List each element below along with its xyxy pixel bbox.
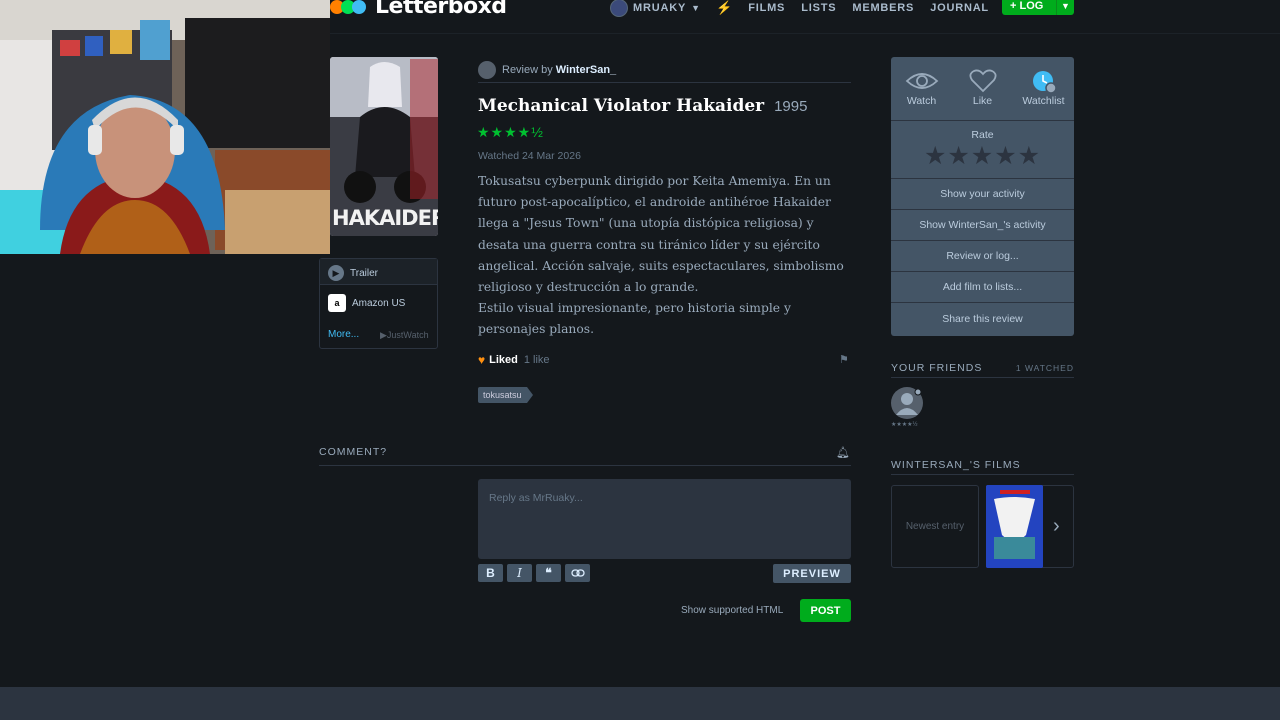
site-footer (0, 687, 1280, 720)
user-avatar (610, 0, 628, 17)
friends-header: YOUR FRIENDS 1 WATCHED (891, 362, 1074, 378)
nav-members[interactable]: MEMBERS (852, 2, 914, 14)
nav-user-menu[interactable]: MRUAKY ▼ (610, 0, 700, 17)
report-flag-icon[interactable]: ⚑ (839, 353, 849, 366)
liked-label[interactable]: Liked (489, 354, 518, 366)
site-logo[interactable]: Letterboxd (330, 0, 507, 19)
amazon-link[interactable]: a Amazon US (328, 294, 405, 312)
show-your-activity[interactable]: Show your activity (891, 179, 1074, 210)
logo-dots-icon (330, 0, 366, 14)
show-author-activity[interactable]: Show WinterSan_'s activity (891, 210, 1074, 241)
likes-count[interactable]: 1 like (524, 354, 550, 366)
film-year[interactable]: 1995 (774, 98, 807, 115)
add-to-lists[interactable]: Add film to lists... (891, 272, 1074, 303)
review-rating: ★★★★½ (477, 124, 544, 140)
like-action[interactable]: Like (952, 57, 1013, 120)
film-poster[interactable]: HAKAIDER (330, 57, 438, 236)
rate-stars-input[interactable]: ★★★★★ (891, 141, 1074, 171)
eye-icon (905, 69, 939, 95)
reply-placeholder: Reply as MrRuaky... (489, 492, 583, 504)
like-label: Like (972, 95, 993, 107)
review-by-label: Review by (502, 63, 553, 76)
review-author-bar: Review by WinterSan_ (478, 57, 851, 83)
watched-date: Watched 24 Mar 2026 (478, 150, 581, 162)
review-tag[interactable]: tokusatsu (478, 387, 533, 403)
comments-header: COMMENT? 🔔︎ (319, 446, 851, 466)
activity-icon[interactable]: ⚡ (716, 0, 732, 16)
bold-icon[interactable]: B (478, 564, 503, 582)
nav-films[interactable]: FILMS (748, 2, 785, 14)
quote-icon[interactable]: ❝ (536, 564, 561, 582)
main-nav: MRUAKY ▼ ⚡ FILMS LISTS MEMBERS JOURNAL (610, 0, 1031, 17)
more-services-link[interactable]: More... (328, 329, 359, 340)
format-toolbar: B I ❝ (478, 564, 590, 582)
film-title[interactable]: Mechanical Violator Hakaider (478, 96, 764, 116)
amazon-icon: a (328, 294, 346, 312)
rate-section: Rate ★★★★★ (891, 121, 1074, 179)
heart-icon[interactable]: ♥ (478, 353, 485, 367)
watchlist-clock-icon (1030, 69, 1058, 95)
italic-icon[interactable]: I (507, 564, 532, 582)
poster-title-art: HAKAIDER (332, 206, 438, 230)
log-button[interactable]: + LOG ▼ (1002, 0, 1074, 15)
trailer-label: Trailer (350, 267, 378, 279)
watch-action[interactable]: Watch (891, 57, 952, 120)
review-author-link[interactable]: WinterSan_ (556, 64, 616, 76)
review-like-row: ♥ Liked 1 like (478, 353, 550, 367)
author-avatar[interactable] (478, 60, 496, 79)
nav-journal[interactable]: JOURNAL (930, 2, 989, 14)
where-to-watch-panel: ▶ Trailer a Amazon US More... ▶JustWatch (319, 258, 438, 349)
chevron-right-icon[interactable]: › (1053, 515, 1060, 538)
friends-title[interactable]: YOUR FRIENDS (891, 362, 982, 374)
webcam-overlay (0, 0, 330, 254)
amazon-label: Amazon US (352, 297, 406, 309)
author-films-title[interactable]: WINTERSAN_'S FILMS (891, 459, 1021, 471)
trailer-link[interactable]: ▶ Trailer (328, 265, 378, 281)
preview-button[interactable]: PREVIEW (773, 564, 851, 583)
author-films-header: WINTERSAN_'S FILMS (891, 459, 1074, 475)
newest-entry-label: Newest entry (905, 521, 965, 532)
reply-input[interactable]: Reply as MrRuaky... (478, 479, 851, 559)
supported-html-link[interactable]: Show supported HTML (681, 605, 783, 616)
friend-avatar[interactable] (891, 387, 923, 419)
play-icon: ▶ (328, 265, 344, 281)
review-paragraph: Tokusatsu cyberpunk dirigido por Keita A… (478, 174, 844, 295)
review-paragraph: Estilo visual impresionante, pero histor… (478, 301, 791, 337)
watchlist-action[interactable]: Watchlist (1013, 57, 1074, 120)
post-button[interactable]: POST (800, 599, 851, 622)
author-films-strip: Newest entry › (891, 485, 1074, 568)
watchlist-label: Watchlist (1022, 95, 1065, 107)
review-body: Tokusatsu cyberpunk dirigido por Keita A… (478, 171, 851, 341)
share-review[interactable]: Share this review (891, 303, 1074, 334)
newest-entry-placeholder: Newest entry (891, 485, 979, 568)
recent-film-poster[interactable] (986, 485, 1043, 568)
review-or-log[interactable]: Review or log... (891, 241, 1074, 272)
bell-icon[interactable]: 🔔︎ (836, 446, 851, 459)
rate-label: Rate (971, 129, 994, 141)
chevron-down-icon: ▼ (691, 2, 700, 13)
heart-outline-icon (969, 69, 997, 95)
logo-text: Letterboxd (375, 0, 507, 19)
link-icon[interactable] (565, 564, 590, 582)
comments-title: COMMENT? (319, 446, 388, 458)
friend-rating: ★★★★½ (891, 422, 918, 428)
watch-label: Watch (906, 95, 937, 107)
film-actions-panel: Watch Like Watchlist Rate ★★★★★ Show you… (891, 57, 1074, 336)
nav-lists[interactable]: LISTS (801, 2, 836, 14)
log-button-label: + LOG (1010, 0, 1044, 12)
log-dropdown-chevron-icon[interactable]: ▼ (1056, 0, 1074, 15)
film-title-line: Mechanical Violator Hakaider 1995 (478, 96, 807, 116)
justwatch-credit[interactable]: ▶JustWatch (380, 330, 429, 341)
nav-user-label: MRUAKY (633, 1, 687, 14)
friends-count[interactable]: 1 WATCHED (1016, 363, 1074, 373)
